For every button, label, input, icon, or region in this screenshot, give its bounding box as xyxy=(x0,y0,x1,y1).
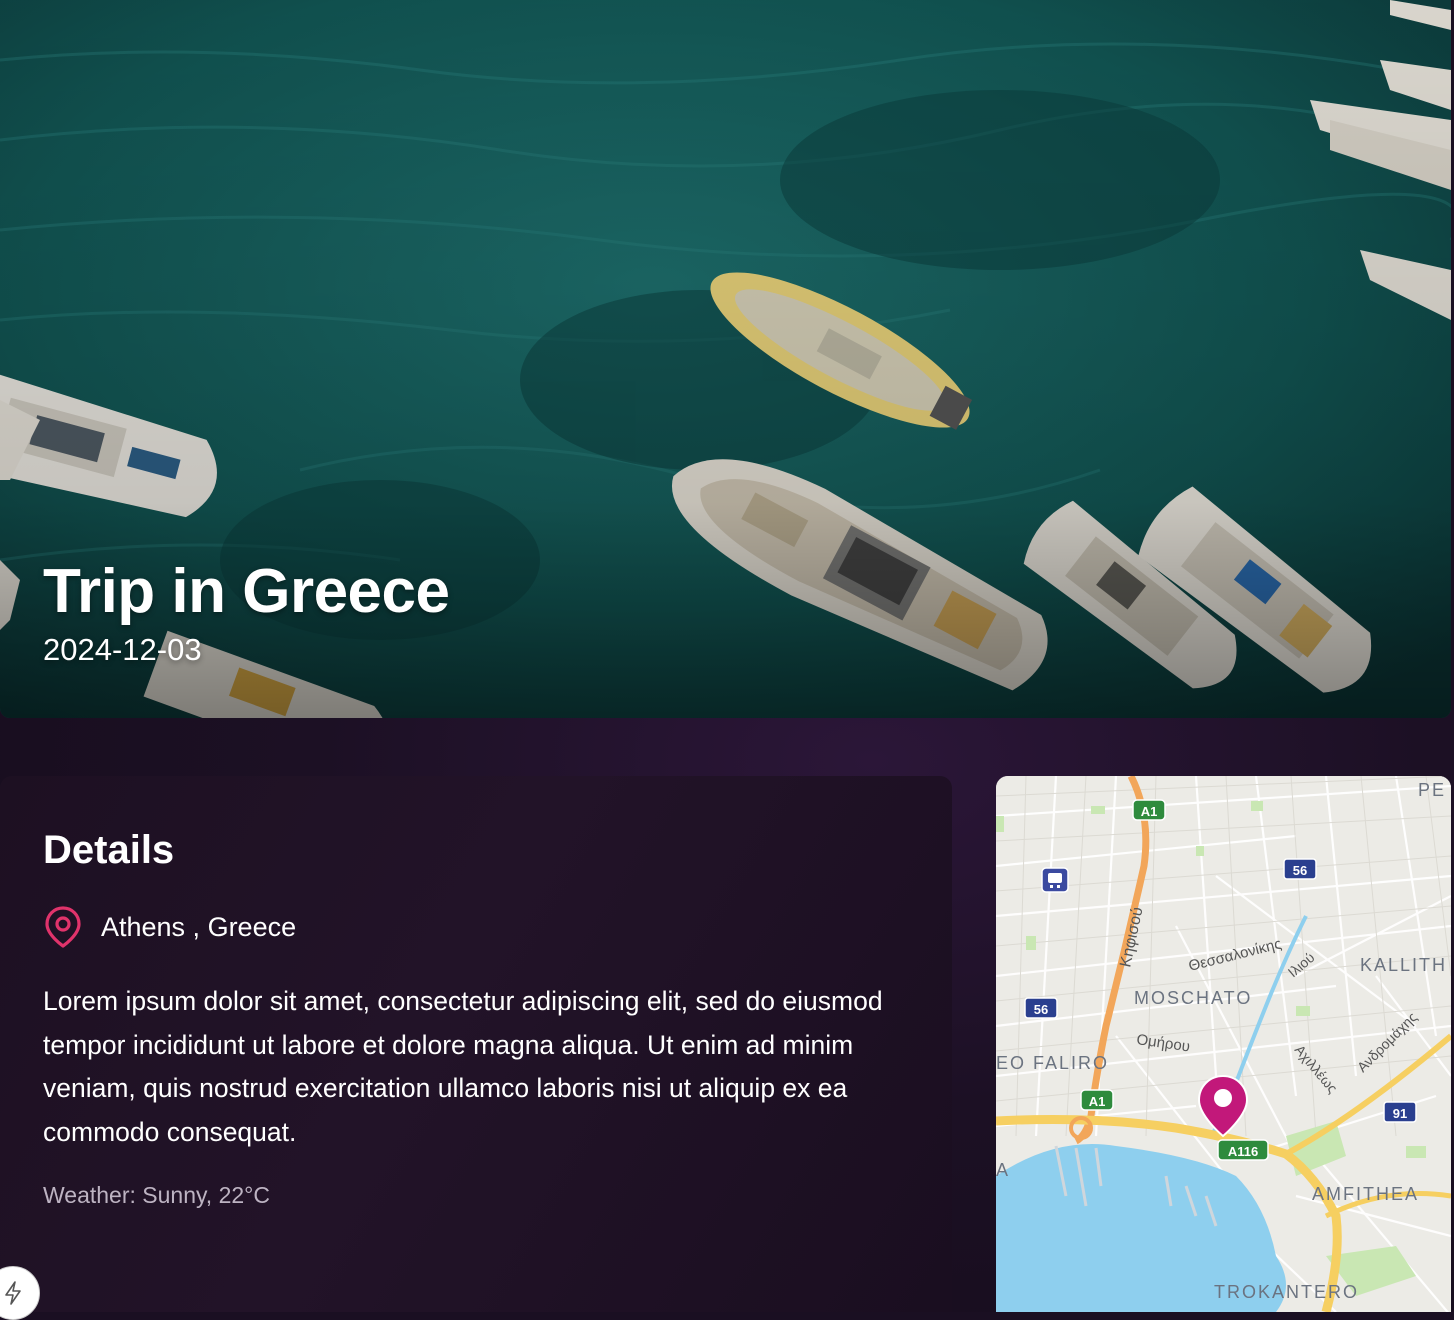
label-trokantero: TROKANTERO xyxy=(1214,1282,1359,1302)
location-row: Athens , Greece xyxy=(43,905,296,949)
label-kallith: KALLITH xyxy=(1360,955,1447,975)
map-pin-icon xyxy=(45,906,81,948)
a1-top-shield: A1 xyxy=(1132,799,1166,821)
svg-text:A1: A1 xyxy=(1089,1094,1106,1109)
svg-text:91: 91 xyxy=(1393,1106,1407,1121)
lightning-icon xyxy=(5,1281,21,1305)
label-pe: PE xyxy=(1418,780,1446,800)
location-text: Athens , Greece xyxy=(101,911,297,942)
svg-text:56: 56 xyxy=(1293,863,1307,878)
label-faliro: EO FALIRO xyxy=(996,1053,1109,1073)
hero-banner: Trip in Greece 2024-12-03 xyxy=(0,0,1451,718)
map-canvas[interactable]: A1 A1 56 56 91 A116 Κηφισού Θεσσαλονίκης… xyxy=(996,776,1451,1312)
trip-title: Trip in Greece xyxy=(43,557,450,626)
details-heading: Details xyxy=(43,828,175,872)
label-amfithea: AMFITHEA xyxy=(1312,1184,1419,1204)
location-map[interactable]: A1 A1 56 56 91 A116 Κηφισού Θεσσαλονίκης… xyxy=(996,776,1451,1312)
weather-text: Weather: Sunny, 22°C xyxy=(43,1182,270,1208)
svg-text:56: 56 xyxy=(1034,1002,1048,1017)
a1-bottom-shield: A1 xyxy=(1080,1089,1114,1111)
route-91-shield: 91 xyxy=(1383,1101,1417,1123)
route-56-left-shield: 56 xyxy=(1024,997,1058,1019)
svg-text:A1: A1 xyxy=(1141,804,1158,819)
trip-date: 2024-12-03 xyxy=(43,632,202,667)
train-station-icon xyxy=(1041,867,1069,893)
a116-shield: A116 xyxy=(1217,1139,1269,1161)
label-moschato: MOSCHATO xyxy=(1134,988,1252,1008)
route-56-right-shield: 56 xyxy=(1283,858,1317,880)
trip-description: Lorem ipsum dolor sit amet, consectetur … xyxy=(43,986,883,1147)
svg-text:A116: A116 xyxy=(1228,1144,1258,1159)
label-a-left: A xyxy=(996,1160,1008,1180)
